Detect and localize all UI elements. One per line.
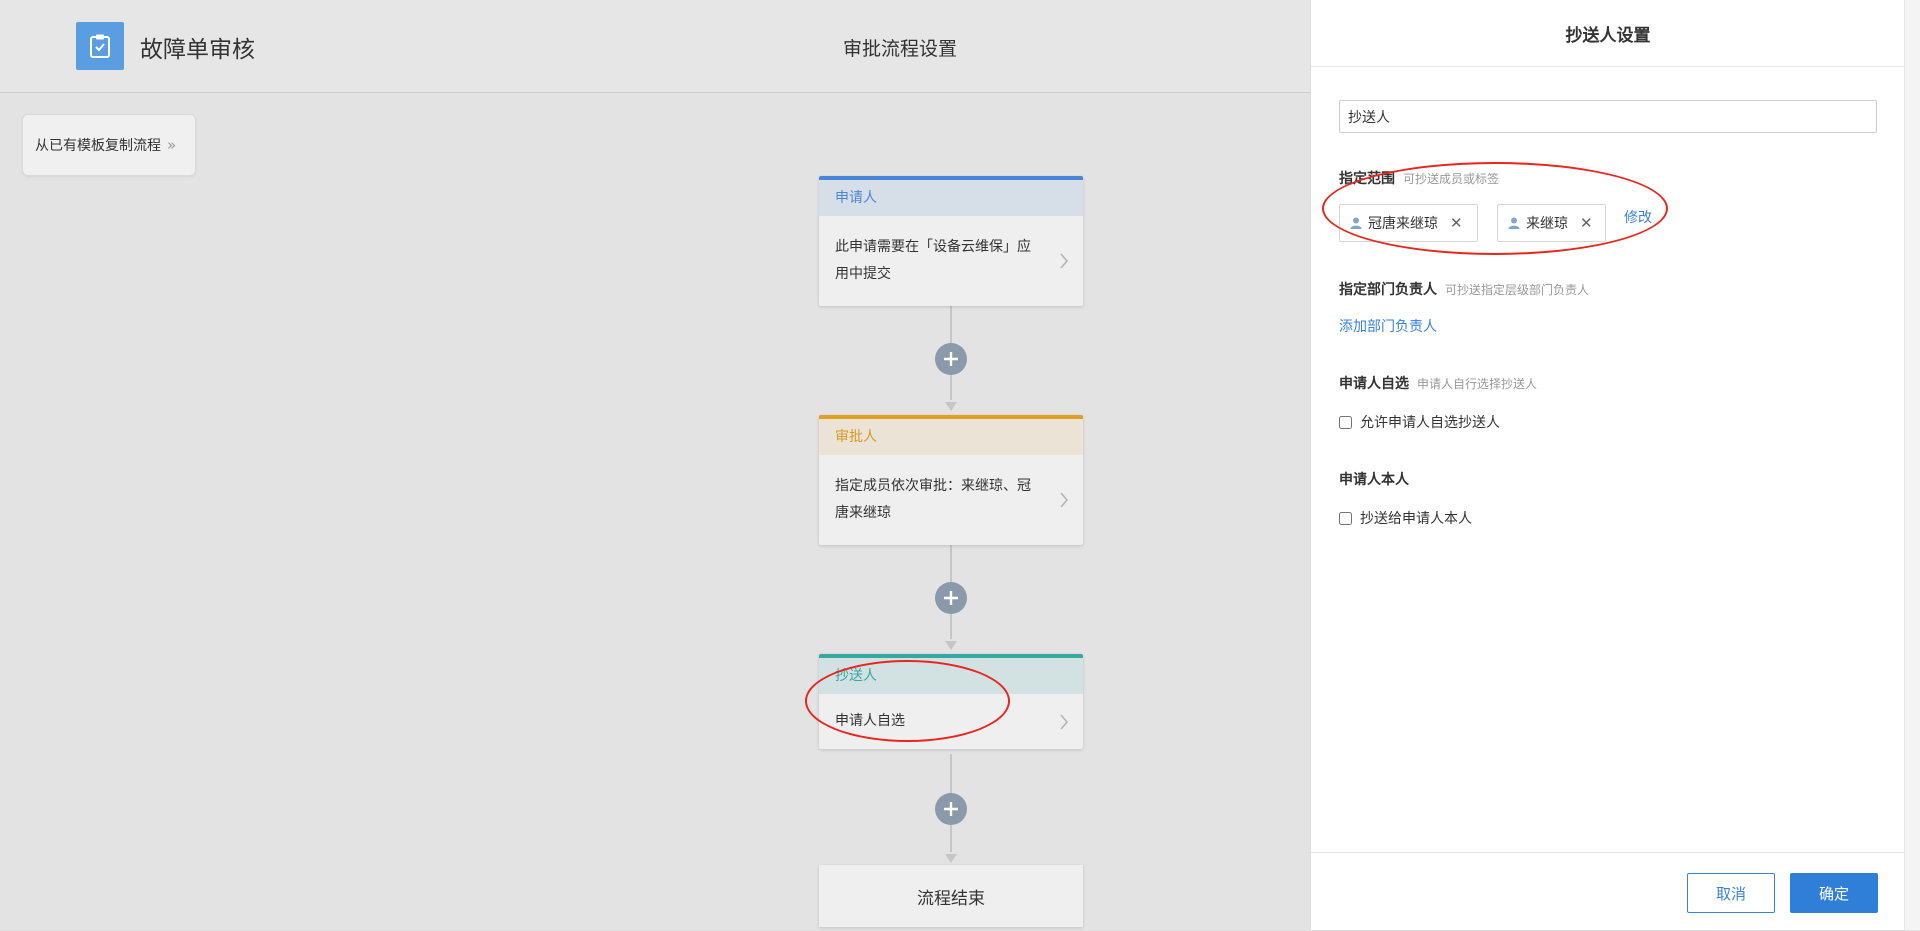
- dept-hint: 可抄送指定层级部门负责人: [1445, 283, 1590, 297]
- arrow-down-icon: [945, 641, 957, 650]
- add-node-button[interactable]: [935, 793, 967, 825]
- dept-section-title: 指定部门负责人 可抄送指定层级部门负责人: [1339, 279, 1589, 299]
- approver-node[interactable]: 审批人 指定成员依次审批：来继琼、冠唐来继琼: [819, 415, 1083, 545]
- approver-node-title: 审批人: [819, 419, 1083, 455]
- person-icon: [1350, 217, 1362, 229]
- add-node-button[interactable]: [935, 582, 967, 614]
- person-icon: [1508, 217, 1520, 229]
- add-node-button[interactable]: [935, 343, 967, 375]
- copy-from-template-button[interactable]: 从已有模板复制流程 »: [22, 114, 196, 176]
- scrollbar[interactable]: [1904, 0, 1920, 930]
- cc-applicant-option[interactable]: 抄送给申请人本人: [1339, 508, 1472, 528]
- top-bar: 故障单审核 审批流程设置: [0, 0, 1310, 93]
- applicant-node-desc: 此申请需要在「设备云维保」应用中提交: [835, 239, 1031, 282]
- cc-settings-panel: 抄送人设置 指定范围可抄送成员或标签 冠唐来继琼 ✕ 来继琼 ✕ 修改 指定部门…: [1310, 0, 1905, 930]
- cc-node-title: 抄送人: [819, 658, 1083, 694]
- copy-template-label: 从已有模板复制流程: [35, 138, 161, 154]
- allow-self-select-option[interactable]: 允许申请人自选抄送人: [1339, 412, 1500, 432]
- self-select-hint: 申请人自行选择抄送人: [1417, 377, 1538, 391]
- arrow-down-icon: [945, 854, 957, 863]
- arrow-down-icon: [945, 402, 957, 411]
- panel-title: 抄送人设置: [1311, 0, 1905, 67]
- member-tag: 冠唐来继琼 ✕: [1339, 204, 1478, 242]
- clipboard-check-icon: [76, 22, 124, 70]
- member-tag-label: 冠唐来继琼: [1368, 216, 1438, 232]
- cc-node[interactable]: 抄送人 申请人自选: [819, 654, 1083, 749]
- add-dept-head-link[interactable]: 添加部门负责人: [1339, 316, 1437, 336]
- scope-title: 指定范围: [1339, 171, 1395, 187]
- approver-node-desc: 指定成员依次审批：来继琼、冠唐来继琼: [835, 478, 1031, 521]
- cancel-button[interactable]: 取消: [1687, 873, 1775, 913]
- chevron-right-icon: [1060, 253, 1069, 269]
- flow-end-node: 流程结束: [819, 865, 1083, 927]
- allow-self-select-label: 允许申请人自选抄送人: [1360, 415, 1500, 431]
- scope-section-title: 指定范围 可抄送成员或标签: [1339, 168, 1499, 188]
- flow-workspace: 故障单审核 审批流程设置 从已有模板复制流程 » 申请人 此申请需要在「设备云维…: [0, 0, 1310, 930]
- applicant-node-title: 申请人: [819, 180, 1083, 216]
- self-select-title: 申请人自选: [1339, 376, 1409, 392]
- self-select-section-title: 申请人自选 申请人自行选择抄送人: [1339, 373, 1537, 393]
- flow-end-label: 流程结束: [917, 888, 985, 909]
- confirm-button[interactable]: 确定: [1790, 873, 1878, 913]
- close-icon[interactable]: ✕: [1580, 214, 1593, 232]
- chevron-right-icon: [1060, 713, 1069, 730]
- applicant-self-section-title: 申请人本人: [1339, 469, 1409, 489]
- panel-footer: 取消 确定: [1311, 852, 1905, 931]
- close-icon[interactable]: ✕: [1450, 214, 1463, 232]
- member-tag-label: 来继琼: [1526, 216, 1568, 232]
- applicant-node[interactable]: 申请人 此申请需要在「设备云维保」应用中提交: [819, 176, 1083, 306]
- plus-icon: [944, 352, 958, 366]
- plus-icon: [944, 591, 958, 605]
- modify-scope-link[interactable]: 修改: [1624, 207, 1652, 227]
- chevron-right-icon: [1060, 492, 1069, 508]
- cc-name-input[interactable]: [1339, 100, 1877, 133]
- cc-applicant-checkbox[interactable]: [1339, 511, 1352, 525]
- applicant-self-title: 申请人本人: [1339, 472, 1409, 488]
- plus-icon: [944, 802, 958, 816]
- scope-hint: 可抄送成员或标签: [1403, 172, 1500, 186]
- cc-applicant-label: 抄送给申请人本人: [1360, 511, 1472, 527]
- member-tag: 来继琼 ✕: [1497, 204, 1606, 242]
- dept-title: 指定部门负责人: [1339, 282, 1437, 298]
- cc-node-desc: 申请人自选: [835, 713, 905, 729]
- double-chevron-right-icon: »: [167, 136, 177, 154]
- allow-self-select-checkbox[interactable]: [1339, 415, 1352, 429]
- app-title: 故障单审核: [140, 37, 255, 63]
- page-title: 审批流程设置: [843, 38, 958, 60]
